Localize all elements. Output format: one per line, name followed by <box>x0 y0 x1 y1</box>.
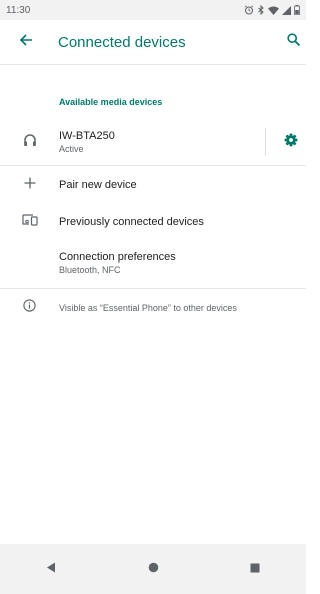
status-bar: 11:30 <box>0 0 306 20</box>
status-time: 11:30 <box>6 4 31 16</box>
search-icon <box>287 33 301 51</box>
visibility-info-text: Visible as “Essential Phone” to other de… <box>59 303 237 313</box>
battery-icon <box>294 5 300 15</box>
gear-icon <box>284 133 298 152</box>
previously-connected-label: Previously connected devices <box>59 216 204 228</box>
back-button[interactable] <box>4 20 48 64</box>
previously-connected-row[interactable]: Previously connected devices <box>0 204 306 240</box>
pair-new-device-row[interactable]: Pair new device <box>0 166 306 204</box>
visibility-info-row: Visible as “Essential Phone” to other de… <box>0 296 306 320</box>
section-header-media: Available media devices <box>59 97 163 107</box>
app-bar-divider <box>0 64 306 65</box>
arrow-back-icon <box>19 33 33 52</box>
app-bar: Connected devices <box>0 20 306 64</box>
divider <box>0 288 306 289</box>
connection-preferences-summary: Bluetooth, NFC <box>59 265 121 275</box>
device-name: IW-BTA250 <box>59 130 115 142</box>
devices-icon <box>21 213 38 231</box>
back-triangle-icon <box>46 560 56 578</box>
headphones-icon <box>23 133 37 152</box>
status-icons <box>244 5 300 15</box>
info-icon <box>23 299 36 317</box>
alarm-icon <box>244 5 254 15</box>
signal-icon <box>282 5 291 15</box>
pair-new-device-label: Pair new device <box>59 179 137 191</box>
plus-icon <box>24 176 36 194</box>
device-settings-button[interactable] <box>276 122 306 162</box>
recents-square-icon <box>250 560 260 578</box>
page-title: Connected devices <box>58 33 186 51</box>
navigation-bar <box>0 544 306 594</box>
device-status: Active <box>59 144 84 154</box>
connection-preferences-label: Connection preferences <box>59 251 176 263</box>
settings-separator <box>265 128 266 156</box>
nav-home-button[interactable] <box>128 549 178 589</box>
media-device-row[interactable]: IW-BTA250 Active <box>0 119 306 165</box>
nav-recents-button[interactable] <box>230 549 280 589</box>
home-circle-icon <box>148 560 159 578</box>
wifi-icon <box>268 6 279 15</box>
search-button[interactable] <box>272 20 306 64</box>
bluetooth-icon <box>257 5 265 15</box>
connection-preferences-row[interactable]: Connection preferences Bluetooth, NFC <box>0 240 306 286</box>
nav-back-button[interactable] <box>26 549 76 589</box>
